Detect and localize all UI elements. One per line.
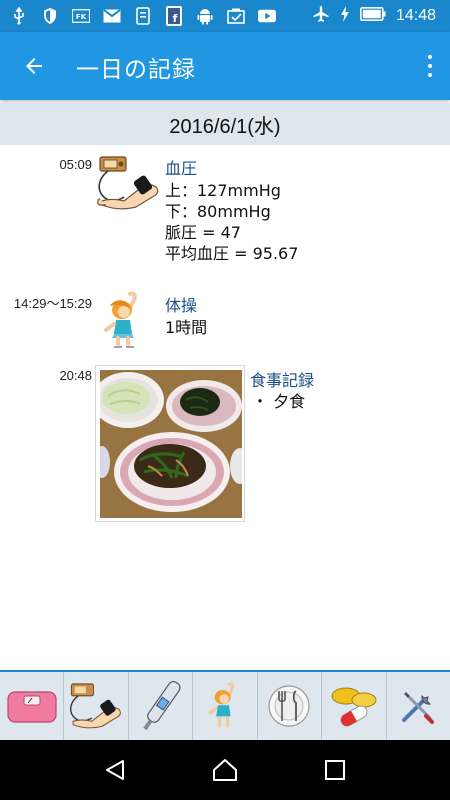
android-icon xyxy=(196,8,214,25)
record-category: 体操 xyxy=(165,296,198,315)
record-details: ・ 夕食 xyxy=(252,391,305,412)
meal-icon xyxy=(268,685,310,727)
record-item-blood-pressure[interactable]: 05:09 血圧 上：127mmHg 下：80mmHg 脈圧 = 47 平均血圧… xyxy=(0,155,450,275)
exercise-icon xyxy=(208,682,235,728)
arrow-back-icon xyxy=(26,58,42,74)
record-detail-line: ・ 夕食 xyxy=(252,392,306,411)
facebook-icon: f xyxy=(165,6,183,26)
record-detail-line: 下：80mmHg xyxy=(165,202,271,221)
system-nav-bar xyxy=(0,740,450,800)
record-item-exercise[interactable]: 14:29〜15:29 体操 1時間 xyxy=(0,290,450,355)
meal-button[interactable] xyxy=(258,672,323,740)
fk-icon: FK xyxy=(72,8,90,24)
record-time: 20:48 xyxy=(59,368,92,383)
settings-button[interactable] xyxy=(387,672,450,740)
date-header: 2016/6/1(水) xyxy=(0,103,450,145)
thermometer-icon xyxy=(142,680,181,731)
exercise-icon xyxy=(100,290,150,356)
back-button[interactable] xyxy=(16,48,52,84)
record-details: 上：127mmHg 下：80mmHg 脈圧 = 47 平均血圧 = 95.67 xyxy=(165,180,298,264)
record-detail-line: 1時間 xyxy=(165,318,208,337)
record-list[interactable]: 05:09 血圧 上：127mmHg 下：80mmHg 脈圧 = 47 平均血圧… xyxy=(0,145,450,670)
record-item-meal[interactable]: 20:48 食事記録 ・ 夕食 xyxy=(0,365,450,525)
clock-time: 14:48 xyxy=(395,7,436,24)
status-bar: FK f 14:48 xyxy=(0,0,450,32)
youtube-icon xyxy=(258,8,276,24)
home-icon xyxy=(213,759,237,781)
medicine-button[interactable] xyxy=(322,672,387,740)
nav-home-button[interactable] xyxy=(205,750,245,790)
app-bar: 一日の記録 xyxy=(0,32,450,100)
airplane-icon xyxy=(312,5,330,27)
nav-back-button[interactable] xyxy=(95,750,135,790)
record-detail-line: 平均血圧 = 95.67 xyxy=(165,244,299,263)
page-title: 一日の記録 xyxy=(76,57,196,83)
svg-text:FK: FK xyxy=(76,12,87,21)
square-recents-icon xyxy=(325,760,345,780)
blood-pressure-button[interactable] xyxy=(64,672,129,740)
shield-icon xyxy=(41,8,59,24)
battery-charging-icon xyxy=(340,6,350,26)
blood-pressure-icon xyxy=(70,683,122,729)
scale-button[interactable] xyxy=(0,672,65,740)
record-details: 1時間 xyxy=(165,317,207,338)
nav-recents-button[interactable] xyxy=(315,750,355,790)
usb-icon xyxy=(10,7,28,25)
scale-icon xyxy=(7,691,57,723)
thermometer-button[interactable] xyxy=(129,672,194,740)
meal-photo[interactable] xyxy=(92,365,250,522)
blood-pressure-icon xyxy=(96,155,162,215)
phone-app-icon xyxy=(134,7,152,25)
record-detail-line: 上：127mmHg xyxy=(165,181,281,200)
gmail-icon xyxy=(103,8,121,24)
record-detail-line: 脈圧 = 47 xyxy=(165,223,241,242)
exercise-button[interactable] xyxy=(193,672,258,740)
record-category: 食事記録 xyxy=(250,371,315,390)
record-time: 14:29〜15:29 xyxy=(13,296,92,311)
overflow-menu-button[interactable] xyxy=(424,50,436,82)
svg-text:f: f xyxy=(173,12,178,25)
checklist-icon xyxy=(227,8,245,24)
record-time: 05:09 xyxy=(59,157,92,172)
settings-tools-icon xyxy=(402,692,435,724)
bottom-toolbar xyxy=(0,670,450,740)
record-category: 血圧 xyxy=(165,159,198,178)
battery-icon xyxy=(359,7,386,25)
triangle-back-icon xyxy=(106,760,124,780)
medicine-icon xyxy=(331,687,377,727)
